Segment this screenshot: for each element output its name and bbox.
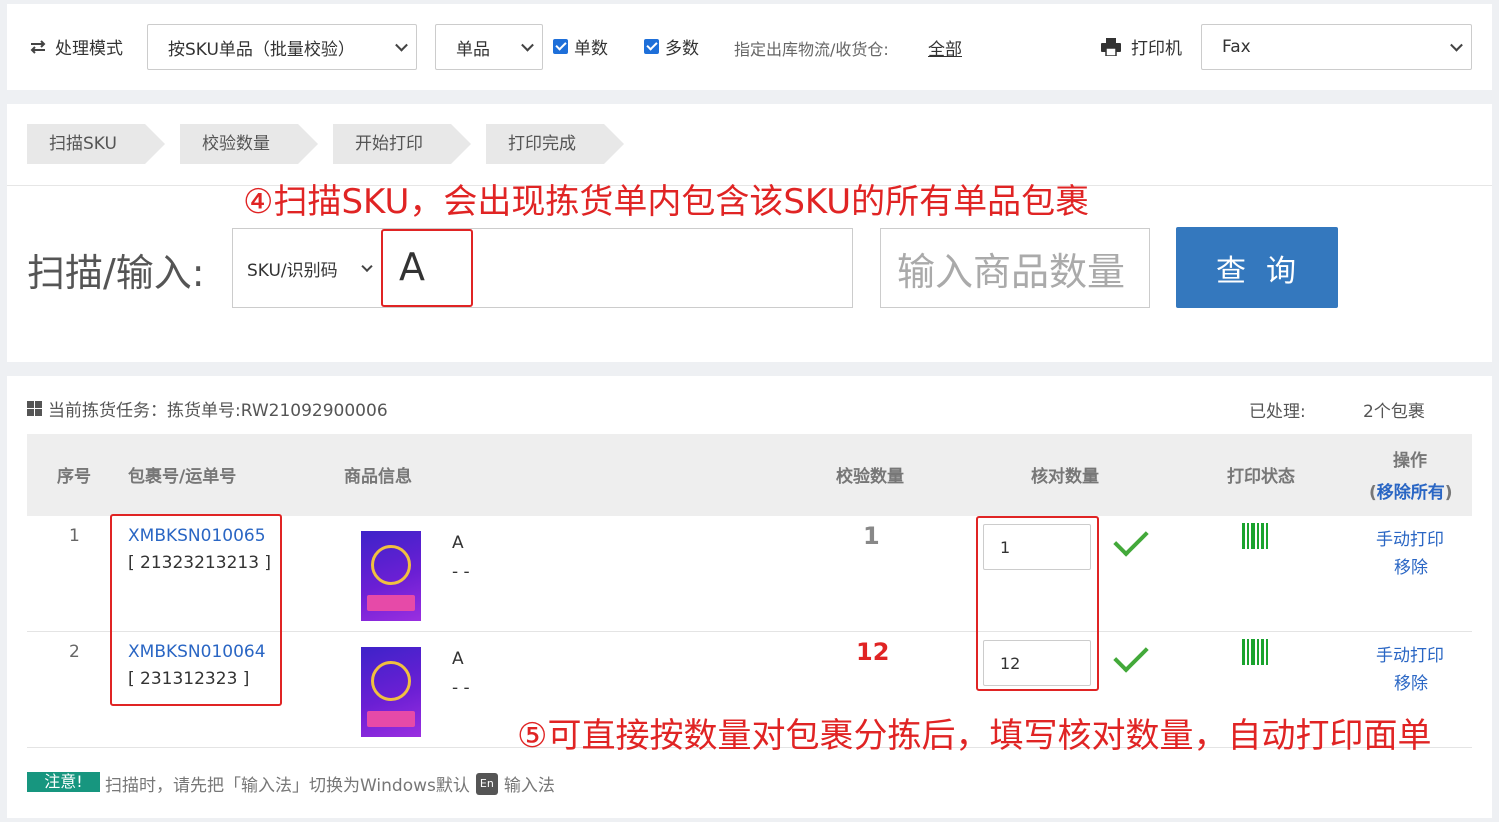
row1-index: 1 [69,526,80,546]
chevron-down-icon [1450,38,1463,52]
th-package: 包裹号/运单号 [128,467,237,487]
warehouse-label: 指定出库物流/收货仓: [734,40,889,59]
chevron-down-icon [361,260,373,273]
mode-label-text: 处理模式 [55,39,123,59]
row1-product-image [361,531,421,621]
remove-all-link[interactable]: 移除所有 [1377,483,1445,503]
th-verify-qty: 校验数量 [836,467,904,487]
task-title: 当前拣货任务：拣货单号:RW21092900006 [48,401,388,421]
mode-select-value: 按SKU单品（批量校验） [168,39,355,60]
checkbox-multi-label: 多数 [665,39,699,59]
th-action: 操作 [1393,451,1427,471]
printer-label-text: 打印机 [1131,39,1182,59]
row2-sub: - - [452,678,470,698]
scan-type-select[interactable]: SKU/识别码 [233,229,383,307]
row2-barcode-icon [1242,639,1270,665]
step-start-print: 开始打印 [333,124,471,164]
mode-label: 处理模式 [29,34,123,59]
row1-sub: - - [452,562,470,582]
task-header: 当前拣货任务：拣货单号:RW21092900006 [27,396,388,421]
table-header: 序号 包裹号/运单号 商品信息 校验数量 核对数量 打印状态 操作 (移除所有) [27,434,1472,516]
row2-manual-print-link[interactable]: 手动打印 [1376,641,1444,666]
row1-remove-link[interactable]: 移除 [1394,553,1428,578]
annotation-sort: ⑤可直接按数量对包裹分拣后，填写核对数量，自动打印面单 [517,716,1432,756]
note-text: 扫描时，请先把「输入法」切换为Windows默认 En 输入法 [105,771,555,796]
printer-select-value: Fax [1222,37,1251,57]
row1-verify-qty: 1 [863,522,880,550]
en-ime-icon: En [475,772,498,795]
th-check-qty: 核对数量 [1031,467,1099,487]
switch-icon [30,39,46,54]
grid-icon [27,401,42,416]
mode-select[interactable]: 按SKU单品（批量校验） [147,24,417,70]
annotation-scan: ④扫描SKU，会出现拣货单内包含该SKU的所有单品包裹 [243,182,1090,222]
query-button[interactable]: 查询 [1176,227,1338,308]
checkbox-checked-icon[interactable] [644,39,659,54]
processed-label: 已处理: [1249,402,1306,422]
step-scan-sku: 扫描SKU [27,124,165,164]
row2-verify-qty: 12 [856,638,890,666]
mode-toolbar: 处理模式 按SKU单品（批量校验） 单品 单数 多数 指定出库物流/收货仓: 全… [7,4,1492,90]
chevron-down-icon [395,38,408,52]
highlight-box [976,516,1099,691]
scan-panel: 扫描SKU 校验数量 开始打印 打印完成 ④扫描SKU，会出现拣货单内包含该SK… [7,104,1492,362]
checkbox-single[interactable]: 单数 [553,34,608,59]
processed-count: 2个包裹 [1363,402,1425,422]
printer-label: 打印机 [1101,34,1182,59]
th-index: 序号 [57,467,91,487]
row2-product-image [361,647,421,737]
th-product: 商品信息 [344,467,412,487]
th-remove-all: (移除所有) [1369,483,1453,503]
type-select[interactable]: 单品 [435,24,543,70]
note-text-main: 扫描时，请先把「输入法」切换为Windows默认 [105,776,470,796]
step-print-done: 打印完成 [486,124,624,164]
note-tag: 注意! [27,772,100,792]
note-text-suffix: 输入法 [503,776,555,796]
scan-input-group: SKU/识别码 A [232,228,853,308]
task-panel: 当前拣货任务：拣货单号:RW21092900006 已处理: 2个包裹 序号 包… [7,376,1492,818]
row2-remove-link[interactable]: 移除 [1394,669,1428,694]
quantity-input[interactable]: 输入商品数量 [880,228,1150,308]
highlight-box [110,514,282,706]
highlight-box [381,229,473,307]
type-select-value: 单品 [456,39,490,60]
row1-sku: A [452,533,464,553]
printer-icon [1101,37,1121,56]
row1-barcode-icon [1242,523,1270,549]
row2-index: 2 [69,642,80,662]
th-print-status: 打印状态 [1227,467,1295,487]
warehouse-value-link[interactable]: 全部 [928,35,962,60]
row1-check-icon [1113,521,1149,557]
chevron-down-icon [521,38,534,52]
checkbox-multi[interactable]: 多数 [644,34,699,59]
row2-sku: A [452,649,464,669]
row2-check-icon [1113,637,1149,673]
checkbox-checked-icon[interactable] [553,39,568,54]
row1-manual-print-link[interactable]: 手动打印 [1376,525,1444,550]
scan-label: 扫描/输入: [27,251,205,295]
step-verify-qty: 校验数量 [180,124,318,164]
printer-select[interactable]: Fax [1201,24,1472,70]
scan-type-value: SKU/识别码 [247,260,338,281]
checkbox-single-label: 单数 [574,39,608,59]
